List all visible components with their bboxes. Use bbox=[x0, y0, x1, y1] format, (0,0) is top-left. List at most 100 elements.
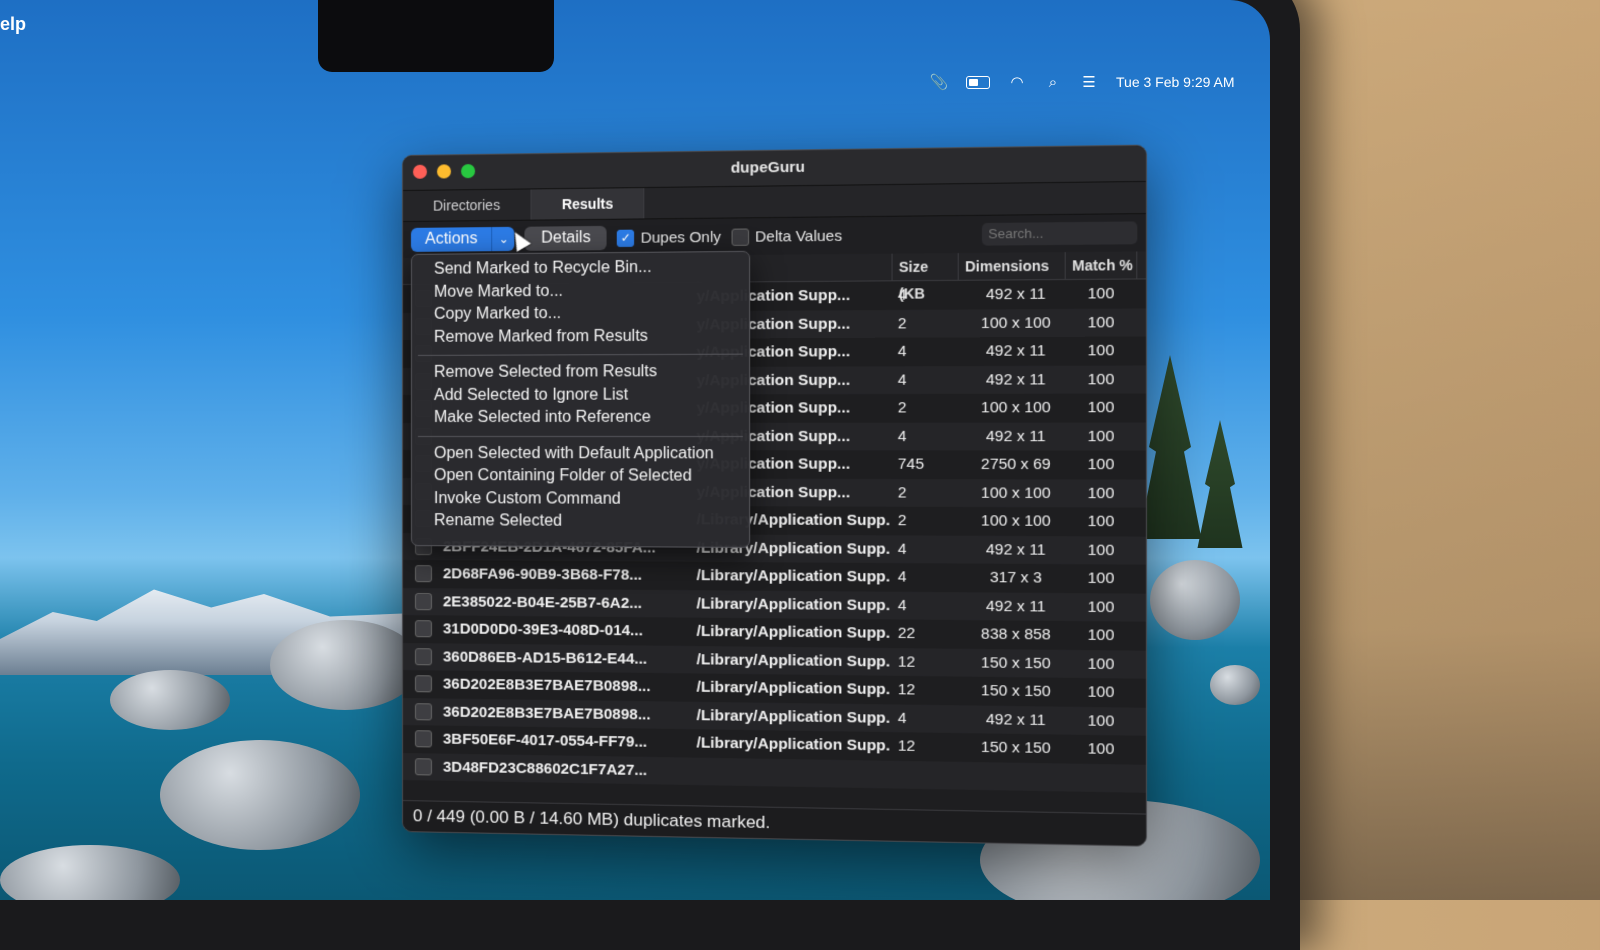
row-filename: 36D202E8B3E7BAE7B0898... bbox=[443, 703, 697, 724]
column-match[interactable]: Match % bbox=[1066, 251, 1138, 278]
row-dimensions: 492 x 11 bbox=[963, 371, 1069, 389]
row-match: 100 bbox=[1069, 712, 1133, 730]
row-checkbox[interactable] bbox=[403, 730, 443, 748]
unchecked-box-icon[interactable] bbox=[731, 228, 749, 245]
row-dimensions: 100 x 100 bbox=[963, 399, 1069, 417]
row-size: 4 bbox=[889, 428, 963, 445]
row-match: 100 bbox=[1069, 513, 1133, 531]
actions-dropdown-menu: Send Marked to Recycle Bin... Move Marke… bbox=[411, 251, 750, 548]
row-match: 100 bbox=[1069, 683, 1133, 701]
unchecked-box-icon[interactable] bbox=[414, 565, 431, 582]
wallpaper-rock bbox=[160, 740, 360, 850]
column-dimensions[interactable]: Dimensions bbox=[959, 252, 1066, 280]
row-size: 4 bbox=[889, 286, 963, 304]
row-dimensions: 150 x 150 bbox=[963, 654, 1069, 673]
menubar-help[interactable]: elp bbox=[0, 14, 26, 35]
row-folder: /Library/Application Supp... bbox=[697, 623, 890, 642]
menu-item-open-containing-folder[interactable]: Open Containing Folder of Selected bbox=[412, 465, 749, 488]
row-dimensions: 317 x 3 bbox=[963, 569, 1069, 587]
row-dimensions bbox=[963, 776, 1069, 778]
control-center-icon[interactable]: ☰ bbox=[1080, 74, 1098, 90]
row-size: 4 bbox=[889, 709, 963, 727]
row-filename: 3D48FD23C88602C1F7A27... bbox=[443, 758, 697, 779]
row-match bbox=[1069, 777, 1133, 778]
row-dimensions: 150 x 150 bbox=[963, 682, 1069, 701]
row-filename: 3BF50E6F-4017-0554-FF79... bbox=[443, 731, 697, 752]
menu-item-invoke-custom-command[interactable]: Invoke Custom Command bbox=[412, 488, 749, 512]
battery-icon[interactable] bbox=[966, 76, 990, 89]
row-checkbox[interactable] bbox=[403, 620, 443, 637]
camera-notch bbox=[318, 0, 554, 72]
details-button[interactable]: Details bbox=[525, 226, 607, 251]
menu-item-remove-marked[interactable]: Remove Marked from Results bbox=[412, 325, 749, 349]
row-match: 100 bbox=[1069, 456, 1133, 474]
row-size: 4 bbox=[889, 540, 963, 558]
menu-separator bbox=[418, 436, 743, 437]
row-size: 4 bbox=[889, 343, 963, 361]
wallpaper-rock bbox=[110, 670, 230, 730]
row-dimensions: 492 x 11 bbox=[963, 342, 1069, 360]
menu-item-copy-marked[interactable]: Copy Marked to... bbox=[412, 302, 749, 327]
row-size: 12 bbox=[889, 681, 963, 699]
row-folder: /Library/Application Supp... bbox=[697, 707, 890, 727]
actions-button[interactable]: Actions ⌄ bbox=[411, 227, 515, 252]
row-size: 12 bbox=[889, 737, 963, 756]
row-size: 22 bbox=[889, 625, 963, 643]
row-dimensions: 838 x 858 bbox=[963, 625, 1069, 644]
paperclip-icon[interactable]: 📎 bbox=[930, 74, 948, 90]
row-match: 100 bbox=[1069, 740, 1133, 759]
row-dimensions: 492 x 11 bbox=[963, 428, 1069, 446]
checkmark-icon[interactable]: ✓ bbox=[617, 229, 634, 246]
row-dimensions: 2750 x 69 bbox=[963, 456, 1069, 474]
menubar-clock[interactable]: Tue 3 Feb 9:29 AM bbox=[1116, 74, 1235, 90]
menu-item-add-to-ignore-list[interactable]: Add Selected to Ignore List bbox=[412, 384, 749, 407]
row-checkbox[interactable] bbox=[403, 758, 443, 776]
unchecked-box-icon[interactable] bbox=[414, 620, 431, 637]
row-dimensions: 100 x 100 bbox=[963, 484, 1069, 502]
menu-item-make-reference[interactable]: Make Selected into Reference bbox=[412, 407, 749, 430]
wallpaper-rock bbox=[1210, 665, 1260, 705]
row-match: 100 bbox=[1069, 313, 1133, 331]
tab-results[interactable]: Results bbox=[531, 188, 644, 220]
search-icon[interactable]: ⌕ bbox=[1044, 74, 1062, 90]
menu-item-move-marked[interactable]: Move Marked to... bbox=[412, 279, 749, 304]
menu-separator bbox=[418, 354, 743, 356]
menu-item-rename-selected[interactable]: Rename Selected bbox=[412, 510, 749, 534]
row-checkbox[interactable] bbox=[403, 703, 443, 721]
row-checkbox[interactable] bbox=[403, 675, 443, 693]
delta-values-checkbox[interactable]: Delta Values bbox=[731, 227, 842, 245]
row-size: 4 bbox=[889, 568, 963, 586]
zoom-button[interactable] bbox=[461, 164, 475, 178]
row-filename: 36D202E8B3E7BAE7B0898... bbox=[443, 676, 697, 696]
wifi-icon[interactable]: ◠ bbox=[1008, 74, 1026, 90]
column-size[interactable]: Size (KB bbox=[893, 253, 959, 280]
menu-item-send-to-recycle-bin[interactable]: Send Marked to Recycle Bin... bbox=[412, 256, 749, 281]
tab-directories[interactable]: Directories bbox=[403, 189, 531, 221]
search-input[interactable]: Search... bbox=[982, 221, 1137, 245]
row-size: 2 bbox=[889, 512, 963, 530]
row-checkbox[interactable] bbox=[403, 593, 443, 610]
menu-item-open-default-app[interactable]: Open Selected with Default Application bbox=[412, 443, 749, 466]
row-dimensions: 100 x 100 bbox=[963, 314, 1069, 332]
row-checkbox[interactable] bbox=[403, 565, 443, 582]
close-button[interactable] bbox=[413, 165, 427, 179]
row-match: 100 bbox=[1069, 399, 1133, 417]
dupes-only-checkbox[interactable]: ✓ Dupes Only bbox=[617, 228, 721, 246]
wallpaper-tree bbox=[1195, 420, 1245, 580]
unchecked-box-icon[interactable] bbox=[414, 730, 431, 747]
row-size: 4 bbox=[889, 597, 963, 615]
row-match: 100 bbox=[1069, 626, 1133, 644]
unchecked-box-icon[interactable] bbox=[414, 758, 431, 775]
unchecked-box-icon[interactable] bbox=[414, 593, 431, 610]
menu-item-remove-selected[interactable]: Remove Selected from Results bbox=[412, 361, 749, 385]
unchecked-box-icon[interactable] bbox=[414, 648, 431, 665]
background-wall bbox=[1300, 0, 1600, 900]
row-dimensions: 492 x 11 bbox=[963, 541, 1069, 559]
row-size: 2 bbox=[889, 484, 963, 502]
minimize-button[interactable] bbox=[437, 164, 451, 178]
row-checkbox[interactable] bbox=[403, 648, 443, 665]
unchecked-box-icon[interactable] bbox=[414, 703, 431, 720]
unchecked-box-icon[interactable] bbox=[414, 675, 431, 692]
row-filename: 2D68FA96-90B9-3B68-F78... bbox=[443, 566, 697, 585]
desktop: elp 📎 ◠ ⌕ ☰ Tue 3 Feb 9:29 AM dupeGuru D… bbox=[0, 0, 1270, 900]
